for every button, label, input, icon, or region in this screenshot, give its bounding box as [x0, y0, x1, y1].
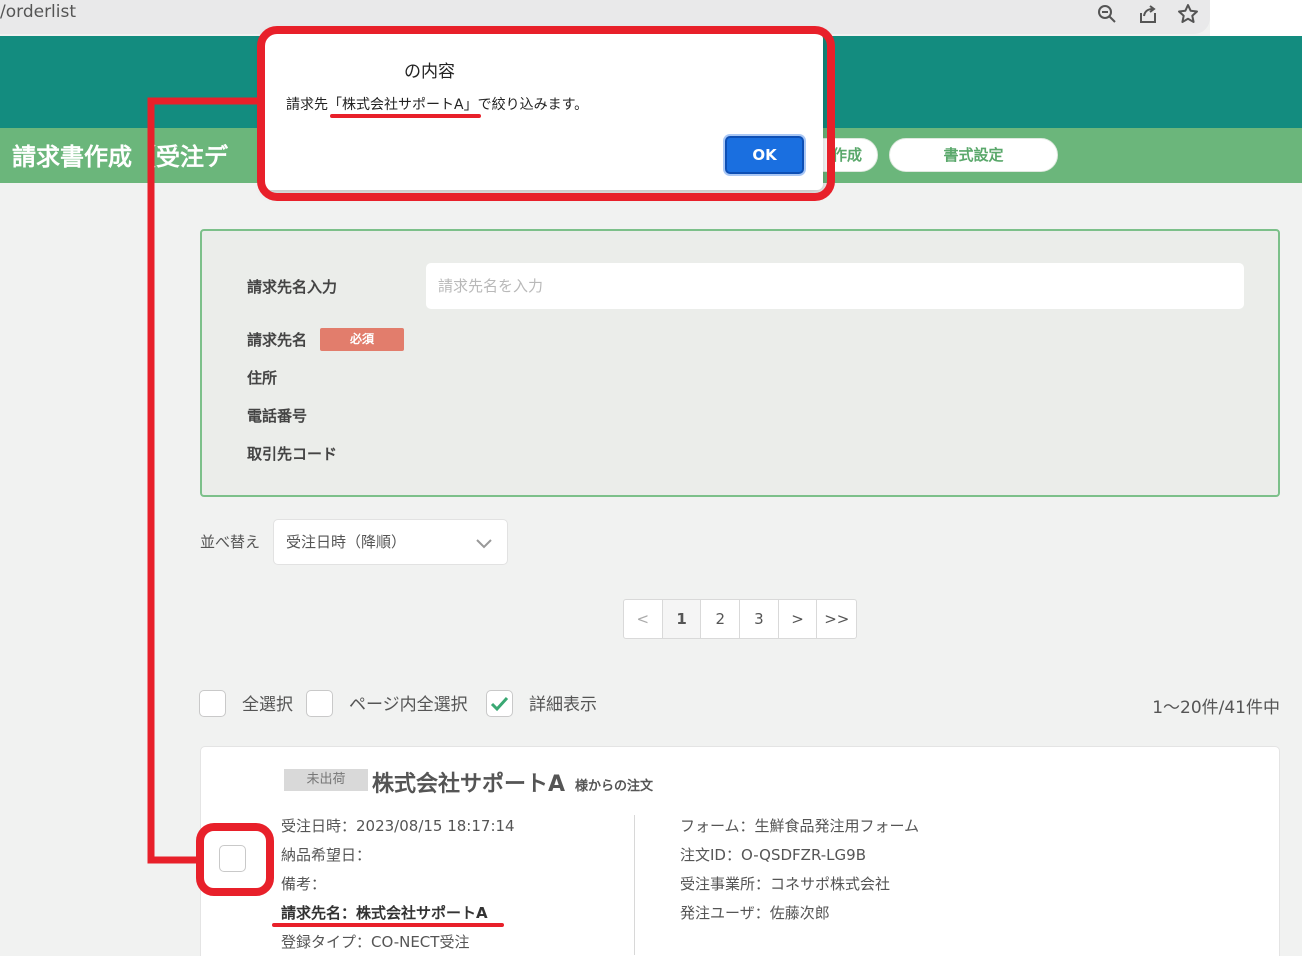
zoom-icon[interactable]: [1095, 2, 1119, 26]
browser-right-blank: [1210, 0, 1302, 36]
chevron-down-icon: [476, 539, 492, 549]
client-code-label: 取引先コード: [247, 445, 338, 463]
dialog-message: 請求先「株式会社サポートA」で絞り込みます。: [286, 97, 589, 113]
order-id: 注文ID：O-QSDFZR-LG9B: [680, 846, 866, 864]
page-2[interactable]: 2: [701, 600, 741, 638]
order-datetime: 受注日時：2023/08/15 18:17:14: [281, 817, 515, 835]
url-text[interactable]: /orderlist: [0, 2, 76, 22]
select-page-label: ページ内全選択: [349, 695, 468, 715]
customer-suffix: 様からの注文: [575, 779, 654, 794]
result-count: 1〜20件/41件中: [1152, 698, 1280, 718]
ordering-user: 発注ユーザ：佐藤次郎: [680, 904, 830, 922]
sort-select[interactable]: 受注日時（降順）: [273, 519, 508, 565]
page-title: 請求書作成（受注デ: [12, 143, 228, 171]
select-all-label: 全選択: [242, 695, 293, 715]
sort-label: 並べ替え: [200, 533, 261, 551]
registration-type: 登録タイプ：CO-NECT受注: [281, 933, 470, 951]
status-badge: 未出荷: [284, 769, 368, 791]
required-badge: 必須: [320, 328, 404, 351]
detail-view-label: 詳細表示: [529, 695, 597, 715]
customer-name: 株式会社サポートA: [372, 772, 566, 797]
dialog-ok-button[interactable]: OK: [725, 136, 804, 174]
page-next[interactable]: >: [779, 600, 818, 638]
page-1[interactable]: 1: [662, 600, 702, 638]
select-all-checkbox[interactable]: [199, 690, 226, 717]
receiving-office: 受注事業所：コネサポ株式会社: [680, 875, 891, 893]
billing-name: 請求先名：株式会社サポートA: [281, 904, 488, 922]
page-prev[interactable]: <: [624, 600, 663, 638]
page-3[interactable]: 3: [740, 600, 779, 638]
dialog-title: の内容: [404, 62, 455, 82]
page-last[interactable]: >>: [817, 600, 856, 638]
order-checkbox[interactable]: [219, 845, 246, 872]
browser-url-bar[interactable]: /orderlist: [0, 0, 1210, 34]
card-divider: [634, 815, 635, 955]
phone-label: 電話番号: [247, 407, 308, 425]
billing-name-label: 請求先名: [247, 331, 308, 349]
billing-name-input[interactable]: [426, 263, 1244, 309]
delivery-date: 納品希望日：: [281, 846, 372, 864]
sort-selected-value: 受注日時（降順）: [286, 533, 407, 551]
share-icon[interactable]: [1136, 2, 1160, 26]
check-icon: [490, 696, 509, 712]
format-settings-button[interactable]: 書式設定: [889, 138, 1058, 172]
detail-view-checkbox[interactable]: [486, 690, 513, 717]
billing-name-input-label: 請求先名入力: [247, 278, 338, 296]
address-label: 住所: [247, 369, 278, 387]
order-note: 備考：: [281, 875, 327, 893]
pagination: < 1 2 3 > >>: [623, 599, 858, 639]
order-form: フォーム：生鮮食品発注用フォーム: [680, 817, 920, 835]
select-page-checkbox[interactable]: [306, 690, 333, 717]
star-icon[interactable]: [1176, 2, 1200, 26]
